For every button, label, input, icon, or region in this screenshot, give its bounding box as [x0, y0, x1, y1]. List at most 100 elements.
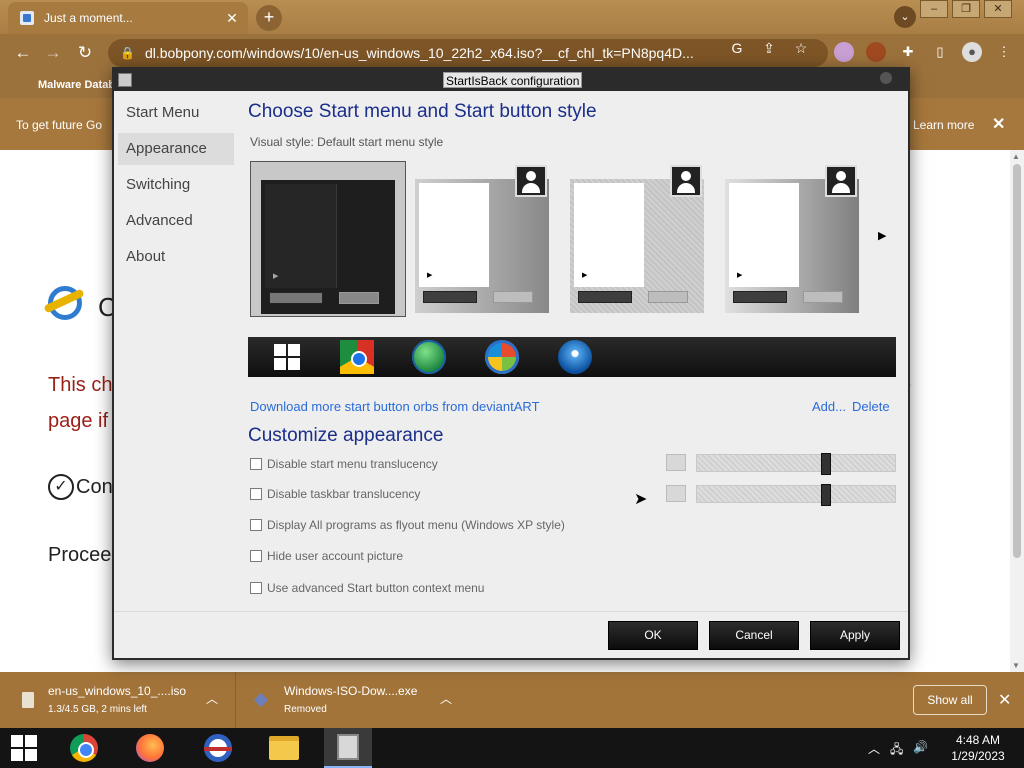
apply-button[interactable]: Apply	[810, 621, 900, 650]
chevron-up-icon[interactable]: ︿	[440, 690, 452, 707]
add-orb-link[interactable]: Add...	[812, 399, 846, 414]
taskbar-color-swatch[interactable]	[666, 485, 686, 502]
checkbox[interactable]	[250, 488, 262, 500]
download-item[interactable]: en-us_windows_10_....iso 1.3/4.5 GB, 2 m…	[0, 672, 236, 728]
next-styles-arrow-icon[interactable]: ▶	[878, 229, 886, 242]
bookmark-star-icon[interactable]: ☆	[792, 39, 810, 57]
taskbar-translucency-slider[interactable]	[696, 484, 896, 506]
dialog-close-icon[interactable]	[880, 72, 892, 84]
address-bar[interactable]: 🔒 dl.bobpony.com/windows/10/en-us_window…	[108, 39, 828, 67]
start-button[interactable]	[0, 728, 48, 768]
taskbar-firefox[interactable]	[126, 728, 174, 768]
taskbar-opera[interactable]	[194, 728, 242, 768]
checkbox[interactable]	[250, 458, 262, 470]
show-all-button[interactable]: Show all	[913, 685, 987, 715]
style-option-gradient[interactable]: ▶	[715, 161, 871, 317]
page-scrollbar[interactable]: ▲ ▼	[1010, 150, 1024, 672]
scroll-up-icon[interactable]: ▲	[1012, 152, 1020, 161]
nav-about[interactable]: About	[118, 241, 234, 273]
style-thumbnails: ▶ ▶ ▶ ▶ ▶	[248, 161, 898, 319]
style-option-light[interactable]: ▶	[560, 161, 716, 317]
menu-kebab-icon[interactable]: ⋮	[994, 42, 1014, 62]
chevron-up-icon[interactable]: ︿	[206, 690, 218, 707]
info-bar-close-icon[interactable]: ✕	[992, 114, 1005, 134]
checkbox[interactable]	[250, 519, 262, 531]
customize-heading: Customize appearance	[248, 425, 444, 446]
browser-tab[interactable]: Just a moment... ✕	[8, 2, 248, 34]
back-arrow-icon[interactable]: ←	[12, 42, 34, 64]
extensions-puzzle-icon[interactable]: ✚	[898, 42, 918, 62]
cancel-button[interactable]: Cancel	[709, 621, 799, 650]
tab-search-chevron-icon[interactable]: ⌄	[894, 6, 916, 28]
style-option-dark[interactable]: ▶	[250, 161, 406, 317]
reload-icon[interactable]: ↻	[74, 42, 96, 64]
nav-start-menu[interactable]: Start Menu	[118, 97, 234, 129]
delete-orb-link[interactable]: Delete	[852, 399, 890, 414]
option-taskbar-translucency[interactable]: Disable taskbar translucency	[250, 487, 420, 501]
network-icon[interactable]: 🖧	[890, 740, 903, 761]
side-panel-icon[interactable]: ▯	[930, 42, 950, 62]
option-start-menu-translucency[interactable]: Disable start menu translucency	[250, 457, 438, 471]
google-lens-icon[interactable]: G	[728, 39, 746, 57]
new-tab-button[interactable]: +	[256, 5, 282, 31]
bookmark-item[interactable]: Malware Datab	[38, 79, 115, 91]
chrome-orb-icon[interactable]	[340, 340, 374, 374]
start-menu-color-swatch[interactable]	[666, 454, 686, 471]
dialog-title: StartIsBack configuration	[443, 72, 583, 88]
option-label: Disable taskbar translucency	[267, 487, 421, 501]
taskbar-file-explorer[interactable]	[260, 728, 308, 768]
xp-orb-icon[interactable]	[485, 340, 519, 374]
nav-advanced[interactable]: Advanced	[118, 205, 234, 237]
proceed-text: Procee	[48, 544, 112, 566]
visual-style-value: Default start menu style	[317, 135, 444, 149]
volume-icon[interactable]: 🔊	[913, 740, 928, 761]
system-tray: ︿ 🖧 🔊	[868, 740, 928, 761]
extension-flag-icon[interactable]	[834, 42, 854, 62]
download-name: Windows-ISO-Dow....exe	[284, 684, 418, 698]
option-flyout-all-programs[interactable]: Display All programs as flyout menu (Win…	[250, 518, 565, 532]
clover-orb-icon[interactable]	[412, 340, 446, 374]
extension-avatar-icon[interactable]	[866, 42, 886, 62]
checkbox[interactable]	[250, 550, 262, 562]
appearance-panel: Choose Start menu and Start button style…	[248, 91, 898, 611]
folder-icon	[269, 736, 299, 760]
download-item[interactable]: Windows-ISO-Dow....exe Removed ︿	[236, 672, 466, 728]
page-text-line: page if	[48, 410, 109, 432]
ok-button[interactable]: OK	[608, 621, 698, 650]
option-advanced-context-menu[interactable]: Use advanced Start button context menu	[250, 581, 484, 595]
windows-10-orb-icon[interactable]	[274, 344, 300, 370]
check-row: ✓ Con	[48, 474, 113, 500]
forward-arrow-icon[interactable]: →	[42, 42, 64, 64]
minimize-icon[interactable]: –	[920, 0, 948, 18]
learn-more-link[interactable]: Learn more	[913, 118, 974, 132]
style-option-gray[interactable]: ▶	[405, 161, 561, 317]
startisback-dialog: StartIsBack configuration Start Menu App…	[112, 67, 910, 660]
option-hide-user-picture[interactable]: Hide user account picture	[250, 549, 403, 563]
start-menu-translucency-slider[interactable]	[696, 453, 896, 475]
slider-handle[interactable]	[820, 453, 831, 475]
nav-appearance[interactable]: Appearance	[118, 133, 234, 165]
close-window-icon[interactable]: ✕	[984, 0, 1012, 18]
clock-date: 1/29/2023	[951, 749, 1005, 763]
scrollbar-thumb[interactable]	[1013, 164, 1021, 558]
dialog-title-bar[interactable]: StartIsBack configuration	[114, 69, 908, 91]
close-tab-icon[interactable]: ✕	[222, 10, 242, 27]
vista-orb-icon[interactable]	[558, 340, 592, 374]
clock-time: 4:48 AM	[955, 733, 1001, 747]
taskbar-startisback[interactable]	[324, 728, 372, 768]
profile-icon[interactable]: ●	[962, 42, 982, 62]
scroll-down-icon[interactable]: ▼	[1012, 661, 1020, 670]
taskbar-clock[interactable]: 4:48 AM 1/29/2023	[946, 732, 1010, 764]
download-orbs-link[interactable]: Download more start button orbs from dev…	[250, 399, 540, 414]
taskbar-chrome[interactable]	[60, 728, 108, 768]
nav-switching[interactable]: Switching	[118, 169, 234, 201]
info-bar-text: To get future Go	[16, 118, 103, 132]
slider-handle[interactable]	[820, 484, 831, 506]
share-icon[interactable]: ⇪	[760, 39, 778, 57]
downloads-close-icon[interactable]: ✕	[998, 690, 1011, 710]
tray-chevron-icon[interactable]: ︿	[868, 740, 880, 761]
checkbox[interactable]	[250, 582, 262, 594]
restore-icon[interactable]: ❐	[952, 0, 980, 18]
arrow-icon: ▶	[737, 272, 743, 279]
extension-icons: ✚ ▯ ● ⋮	[834, 42, 1014, 62]
